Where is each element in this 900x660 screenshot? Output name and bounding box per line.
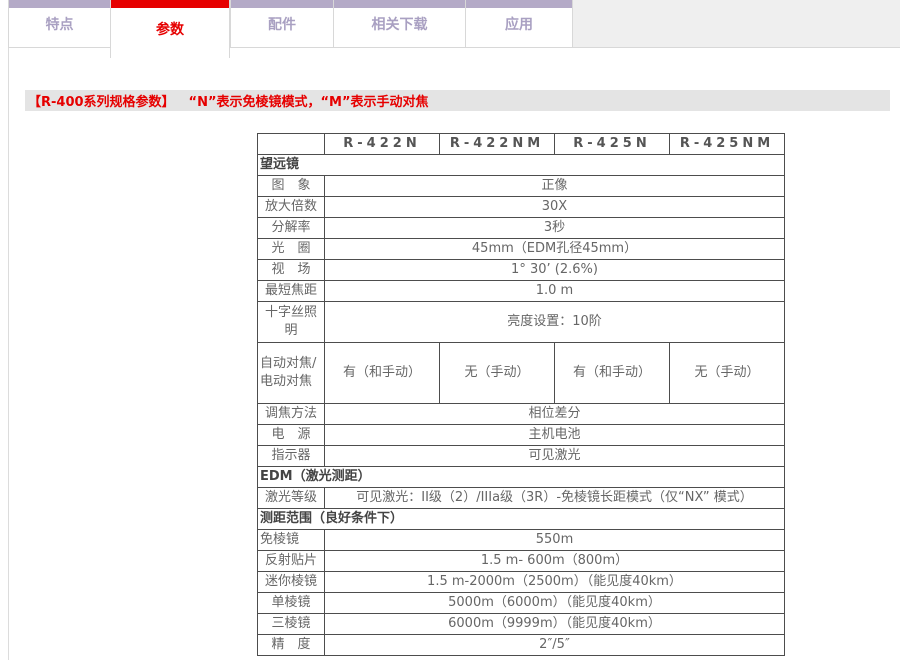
spec-value: 3秒 <box>325 217 785 238</box>
spec-notice-title: 【R-400系列规格参数】 <box>28 91 175 110</box>
spec-value: 亮度设置：10阶 <box>325 301 785 342</box>
spec-row: 视 场1° 30’ (2.6%) <box>258 259 785 280</box>
spec-value: 1° 30’ (2.6%) <box>325 259 785 280</box>
section-label: 测距范围（良好条件下） <box>258 508 785 529</box>
content-left-border <box>8 0 9 660</box>
spec-notice-note: “N”表示免棱镜模式，“M”表示手动对焦 <box>189 91 429 110</box>
spec-label: 免棱镜 <box>258 529 325 550</box>
tab-top-strip <box>334 0 465 8</box>
spec-label: 迷你棱镜 <box>258 571 325 592</box>
spec-row: 调焦方法相位差分 <box>258 403 785 424</box>
spec-row: 单棱镜5000m（6000m）（能见度40km） <box>258 592 785 613</box>
tab-bar-filler <box>573 0 900 48</box>
spec-value: 可见激光 <box>325 445 785 466</box>
spec-notice-bar: 【R-400系列规格参数】 “N”表示免棱镜模式，“M”表示手动对焦 <box>25 90 890 111</box>
tab-bar: 特点 参数 配件 相关下载 应用 <box>8 0 573 58</box>
spec-label: 反射贴片 <box>258 550 325 571</box>
tab-label: 参数 <box>156 19 184 39</box>
spec-value: 无（手动） <box>670 342 785 403</box>
tab-applications[interactable]: 应用 <box>465 0 573 48</box>
model-name: R-422N <box>325 134 440 155</box>
spec-label: 最短焦距 <box>258 280 325 301</box>
section-row: 测距范围（良好条件下） <box>258 508 785 529</box>
spec-row: 光 圈45mm（EDM孔径45mm） <box>258 238 785 259</box>
tab-accessories[interactable]: 配件 <box>230 0 333 48</box>
tab-top-strip <box>9 0 110 8</box>
section-row: 望远镜 <box>258 154 785 175</box>
spec-row: 指示器可见激光 <box>258 445 785 466</box>
model-name: R-425N <box>555 134 670 155</box>
model-header-row: R-422NR-422NMR-425NR-425NM <box>258 134 785 155</box>
spec-value: 30X <box>325 196 785 217</box>
spec-label: 自动对焦/ 电动对焦 <box>258 342 325 403</box>
spec-value: 550m <box>325 529 785 550</box>
spec-row: 最短焦距1.0 m <box>258 280 785 301</box>
spec-label: 十字丝照明 <box>258 301 325 342</box>
tab-top-strip <box>466 0 572 8</box>
spec-row: 激光等级可见激光：II级（2）/IIIa级（3R）-免棱镜长距模式（仅“NX” … <box>258 487 785 508</box>
spec-value: 相位差分 <box>325 403 785 424</box>
spec-value: 可见激光：II级（2）/IIIa级（3R）-免棱镜长距模式（仅“NX” 模式） <box>325 487 785 508</box>
spec-row: 精 度2″/5″ <box>258 634 785 655</box>
spec-row: 图 象正像 <box>258 175 785 196</box>
spec-label: 图 象 <box>258 175 325 196</box>
tab-label: 应用 <box>505 14 533 34</box>
spec-value: 1.5 m-2000m（2500m）（能见度40km） <box>325 571 785 592</box>
tab-label: 特点 <box>46 14 74 34</box>
spec-row: 迷你棱镜1.5 m-2000m（2500m）（能见度40km） <box>258 571 785 592</box>
spec-label: 三棱镜 <box>258 613 325 634</box>
spec-value: 有（和手动） <box>325 342 440 403</box>
spec-label: 放大倍数 <box>258 196 325 217</box>
tab-label: 相关下载 <box>372 14 428 34</box>
spec-value: 45mm（EDM孔径45mm） <box>325 238 785 259</box>
spec-label: 指示器 <box>258 445 325 466</box>
spec-label: 调焦方法 <box>258 403 325 424</box>
section-label: 望远镜 <box>258 154 785 175</box>
spec-label: 光 圈 <box>258 238 325 259</box>
spec-label: 精 度 <box>258 634 325 655</box>
spec-label: 电 源 <box>258 424 325 445</box>
tab-top-strip <box>231 0 333 8</box>
spec-value: 1.0 m <box>325 280 785 301</box>
active-tab-indicator <box>111 0 229 8</box>
spec-table: R-422NR-422NMR-425NR-425NM望远镜图 象正像放大倍数30… <box>257 133 785 656</box>
model-name: R-425NM <box>670 134 785 155</box>
section-label: EDM（激光测距） <box>258 466 785 487</box>
spec-value: 2″/5″ <box>325 634 785 655</box>
tab-parameters[interactable]: 参数 <box>110 0 230 58</box>
model-name: R-422NM <box>440 134 555 155</box>
spec-value: 6000m（9999m）（能见度40km） <box>325 613 785 634</box>
spec-row: 十字丝照明亮度设置：10阶 <box>258 301 785 342</box>
spec-value: 主机电池 <box>325 424 785 445</box>
tab-features[interactable]: 特点 <box>8 0 110 48</box>
spec-value: 有（和手动） <box>555 342 670 403</box>
spec-row: 分解率3秒 <box>258 217 785 238</box>
spec-value: 无（手动） <box>440 342 555 403</box>
spec-label: 分解率 <box>258 217 325 238</box>
spec-value: 正像 <box>325 175 785 196</box>
spec-row: 电 源主机电池 <box>258 424 785 445</box>
spec-label: 激光等级 <box>258 487 325 508</box>
spec-value: 5000m（6000m）（能见度40km） <box>325 592 785 613</box>
tab-label: 配件 <box>268 14 296 34</box>
spec-value: 1.5 m- 600m（800m） <box>325 550 785 571</box>
spec-row: 自动对焦/ 电动对焦有（和手动）无（手动）有（和手动）无（手动） <box>258 342 785 403</box>
tab-downloads[interactable]: 相关下载 <box>333 0 465 48</box>
spec-row: 三棱镜6000m（9999m）（能见度40km） <box>258 613 785 634</box>
model-header-empty-cell <box>258 134 325 155</box>
spec-row: 放大倍数30X <box>258 196 785 217</box>
spec-label: 视 场 <box>258 259 325 280</box>
spec-row: 反射贴片1.5 m- 600m（800m） <box>258 550 785 571</box>
spec-label: 单棱镜 <box>258 592 325 613</box>
section-row: EDM（激光测距） <box>258 466 785 487</box>
spec-row: 免棱镜550m <box>258 529 785 550</box>
